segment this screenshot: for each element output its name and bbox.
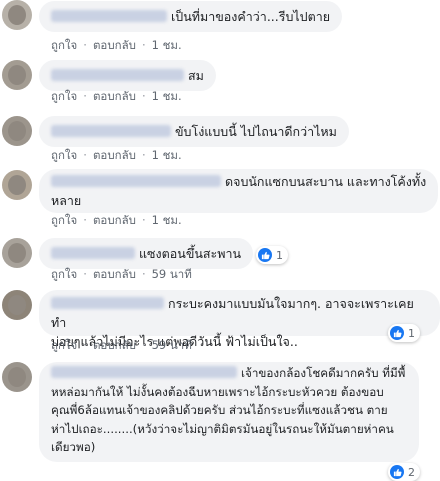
reaction-number: 1 [408, 326, 415, 340]
commenter-name[interactable]: xxxxxxxxxxxxxx [51, 10, 167, 22]
comment-text: เจ้าของกล้องโชคดีมากครับ ที่มีพื้ [241, 366, 406, 380]
comment-bubble: xxxxxxxxxxxxxx เป็นที่มาของคำว่า...รีบไปต… [39, 1, 343, 32]
like-link[interactable]: ถูกใจ [51, 337, 77, 355]
comment-actions: ถูกใจ · ตอบกลับ · 59 นาที [51, 337, 192, 355]
reply-link[interactable]: ตอบกลับ [93, 88, 136, 106]
comment-text: แซงตอนขึ้นสะพาน [139, 246, 242, 261]
like-link[interactable]: ถูกใจ [51, 37, 77, 55]
comment-bubble: xxxxxxxxxxxxxxxxxx ดจบนักแซกบนสะบาน และทา… [39, 169, 439, 213]
reply-link[interactable]: ตอบกลับ [93, 37, 136, 55]
like-thumb-icon [258, 248, 272, 262]
comment-actions: ถูกใจ · ตอบกลับ · 1 ชม. [51, 88, 182, 106]
commenter-name[interactable]: xxxxxxxxxxxxx [51, 297, 164, 309]
comment-text: เป็นที่มาของคำว่า...รีบไปตาย [171, 9, 331, 24]
comment-bubble: xxxxxxxx แซงตอนขึ้นสะพาน [39, 238, 254, 269]
avatar[interactable] [2, 0, 32, 30]
reply-link[interactable]: ตอบกลับ [93, 212, 136, 230]
reply-link[interactable]: ตอบกลับ [93, 337, 136, 355]
timestamp[interactable]: 59 นาที [152, 266, 192, 284]
like-thumb-icon [390, 465, 404, 479]
timestamp[interactable]: 59 นาที [152, 337, 192, 355]
comment-actions: ถูกใจ · ตอบกลับ · 1 ชม. [51, 37, 182, 55]
commenter-name[interactable]: xxxxxxxxxxxxxxx [51, 125, 171, 137]
commenter-name[interactable]: xxxxxxxx [51, 247, 135, 259]
comment-actions: ถูกใจ · ตอบกลับ · 59 นาที [51, 266, 192, 284]
reaction-count[interactable]: 1 [388, 324, 420, 342]
comment-text-line: หหล่อมากันให้ ไม่งั้นคงต้องฉีบหายเพราะไอ… [51, 384, 384, 399]
comment-text-line: คุณพี่6ล้อแทนเจ้าของคลิปด้วยครับ ส่วนไอ้… [51, 403, 388, 418]
reply-link[interactable]: ตอบกลับ [93, 147, 136, 165]
avatar[interactable] [2, 238, 32, 268]
reaction-count[interactable]: 2 [388, 463, 420, 481]
like-link[interactable]: ถูกใจ [51, 212, 77, 230]
commenter-name[interactable]: xxxxxxxxxxxxxxxxxxxx [51, 366, 237, 378]
like-thumb-icon [390, 326, 404, 340]
commenter-name[interactable]: xxxxxxxxxxxxxxxx [51, 69, 184, 81]
timestamp[interactable]: 1 ชม. [152, 88, 182, 106]
commenter-name[interactable]: xxxxxxxxxxxxxxxxxx [51, 175, 221, 187]
comment-actions: ถูกใจ · ตอบกลับ · 1 ชม. [51, 147, 182, 165]
like-link[interactable]: ถูกใจ [51, 266, 77, 284]
comment-bubble: xxxxxxxxxxxxxกระบะคงมาแบบมันใจมากๆ. อาจจ… [39, 290, 440, 349]
comment-text: สม [188, 68, 204, 83]
comment-bubble: xxxxxxxxxxxxxxxxxxxx เจ้าของกล้องโชคดีมาก… [39, 362, 419, 462]
like-link[interactable]: ถูกใจ [51, 88, 77, 106]
comment-bubble: xxxxxxxxxxxxxxx ขับโง่แบบนี้ ไปไถนาดีกว่า… [39, 116, 349, 147]
comment-text-line: เดียวพอ) [51, 440, 96, 455]
avatar[interactable] [2, 60, 32, 90]
avatar[interactable] [2, 116, 32, 146]
avatar[interactable] [2, 290, 32, 320]
reaction-number: 2 [408, 465, 415, 479]
like-link[interactable]: ถูกใจ [51, 147, 77, 165]
comment-actions: ถูกใจ · ตอบกลับ · 1 ชม. [51, 212, 182, 230]
comment-text: ดจบนักแซกบนสะบาน และทางโค้งทั้ง [225, 174, 427, 189]
reply-link[interactable]: ตอบกลับ [93, 266, 136, 284]
avatar[interactable] [2, 362, 32, 392]
avatar[interactable] [2, 170, 32, 200]
reaction-count[interactable]: 1 [256, 246, 288, 264]
comment-text-line: หลาย [51, 193, 82, 208]
timestamp[interactable]: 1 ชม. [152, 37, 182, 55]
timestamp[interactable]: 1 ชม. [152, 147, 182, 165]
reaction-number: 1 [276, 248, 283, 262]
timestamp[interactable]: 1 ชม. [152, 212, 182, 230]
comment-text-line: ห่าไปเถอะ........(หวังว่าจะไม่ญาติมิตรมั… [51, 421, 394, 436]
comment-bubble: xxxxxxxxxxxxxxxx สม [39, 60, 216, 91]
comment-text: ขับโง่แบบนี้ ไปไถนาดีกว่าไหม [175, 124, 337, 139]
